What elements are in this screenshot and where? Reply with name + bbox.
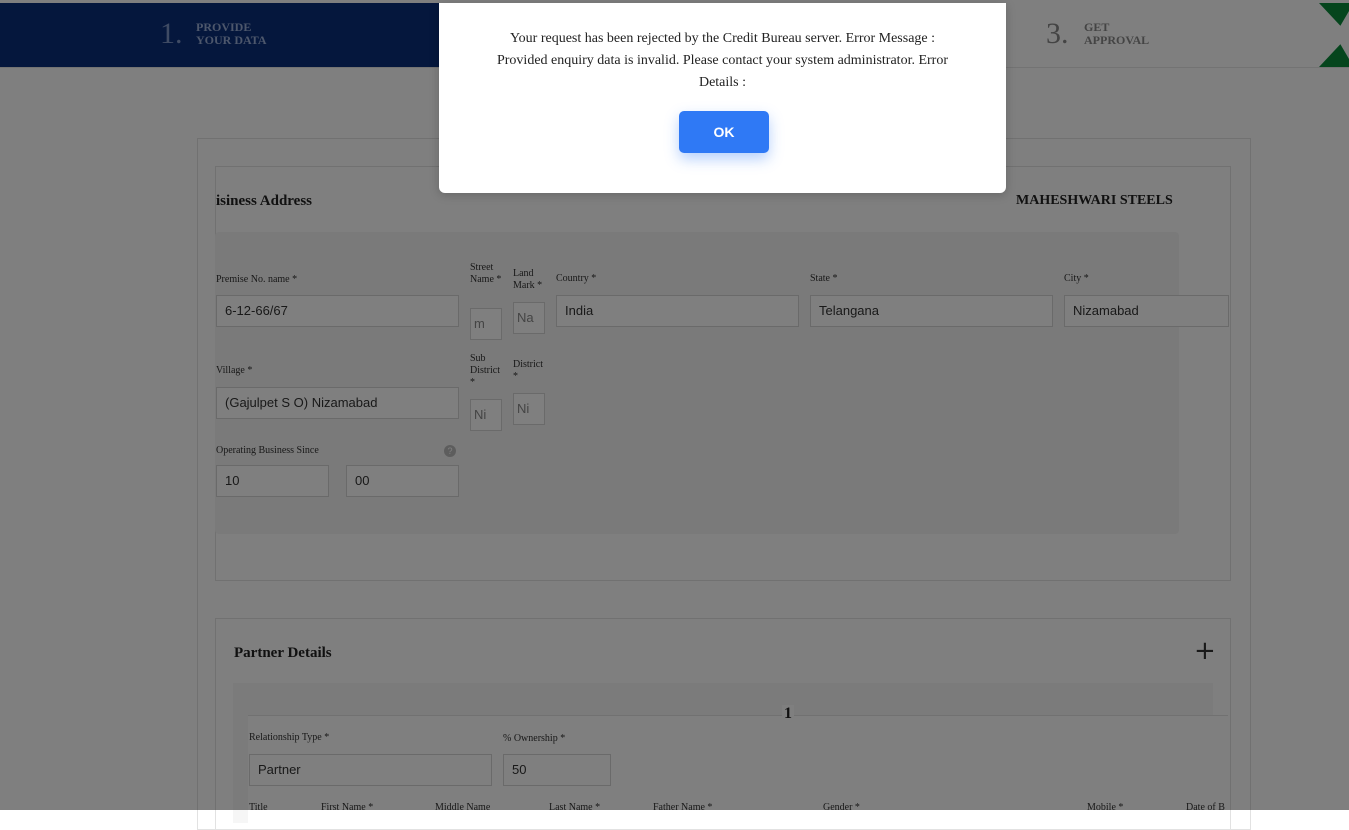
page: 1. PROVIDE YOUR DATA 3. GET APPROVAL isi… — [0, 0, 1349, 830]
error-message: Your request has been rejected by the Cr… — [496, 31, 948, 90]
error-dialog: Your request has been rejected by the Cr… — [439, 3, 1006, 193]
ok-button[interactable]: OK — [679, 111, 769, 153]
